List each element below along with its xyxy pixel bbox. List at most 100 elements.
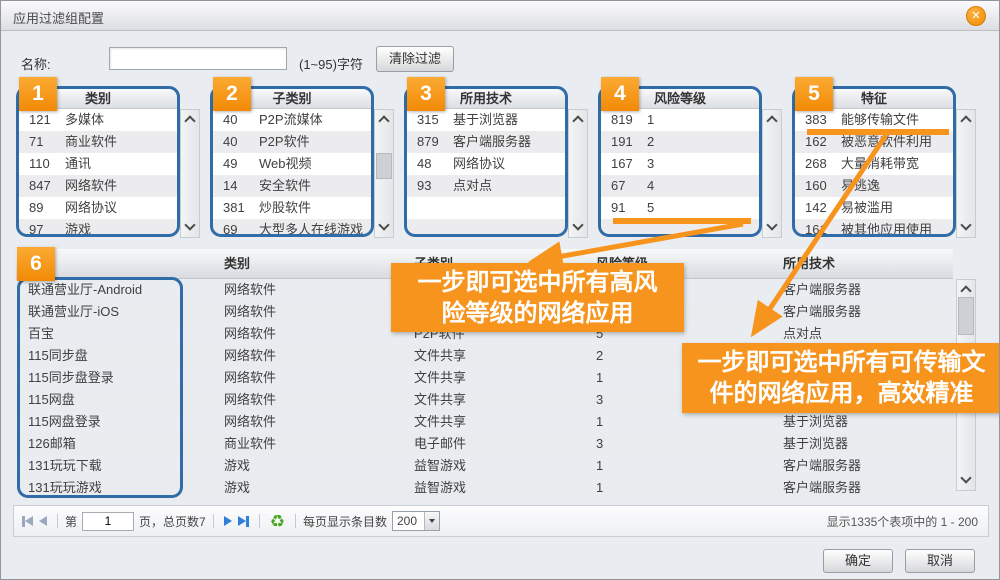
list-item[interactable]: 40 P2P流媒体: [213, 109, 371, 131]
prev-page-button[interactable]: [39, 516, 47, 526]
list-item[interactable]: 97 游戏: [19, 219, 177, 239]
list-item[interactable]: 91 5: [601, 197, 759, 219]
risk-level-scrollbar[interactable]: [762, 109, 782, 238]
callout-line: 件的网络应用，高效精准: [682, 378, 1000, 409]
scroll-down-button[interactable]: [569, 220, 587, 237]
last-page-button[interactable]: [238, 516, 249, 527]
item-label: 易被滥用: [837, 197, 953, 219]
item-label: 基于浏览器: [449, 109, 565, 131]
scroll-up-button[interactable]: [569, 110, 587, 127]
scroll-up-button[interactable]: [375, 110, 393, 127]
chevron-down-icon: [960, 219, 971, 230]
item-label: 游戏: [61, 219, 177, 239]
callout-line: 险等级的网络应用: [391, 298, 684, 329]
list-item[interactable]: 69 大型多人在线游戏: [213, 219, 371, 239]
separator: [213, 514, 214, 528]
cell-technology: 客户端服务器: [761, 455, 953, 477]
list-item[interactable]: 268 大量消耗带宽: [795, 153, 953, 175]
list-item[interactable]: [407, 197, 565, 219]
scrollbar-thumb[interactable]: [958, 297, 974, 335]
column-header-category[interactable]: 类别: [216, 249, 406, 278]
cell-risk: 3: [576, 433, 761, 455]
name-input[interactable]: [109, 47, 287, 70]
table-row[interactable]: 126邮箱 商业软件 电子邮件 3 基于浏览器: [16, 433, 953, 455]
list-item[interactable]: 40 P2P软件: [213, 131, 371, 153]
item-count: 879: [407, 131, 449, 153]
ok-button[interactable]: 确定: [823, 549, 893, 573]
list-item[interactable]: 67 4: [601, 175, 759, 197]
list-item[interactable]: 71 商业软件: [19, 131, 177, 153]
technology-scrollbar[interactable]: [568, 109, 588, 238]
list-item[interactable]: 162 被恶意软件利用: [795, 131, 953, 153]
scrollbar-thumb[interactable]: [376, 153, 392, 179]
list-item[interactable]: 315 基于浏览器: [407, 109, 565, 131]
scroll-down-button[interactable]: [181, 220, 199, 237]
list-item[interactable]: 167 3: [601, 153, 759, 175]
scroll-up-button[interactable]: [181, 110, 199, 127]
table-row[interactable]: 131玩玩游戏 游戏 益智游戏 1 客户端服务器: [16, 477, 953, 499]
item-label: 炒股软件: [255, 197, 371, 219]
list-item[interactable]: 142 易被滥用: [795, 197, 953, 219]
characteristics-scrollbar[interactable]: [956, 109, 976, 238]
list-item[interactable]: [407, 219, 565, 239]
clear-filter-button[interactable]: 清除过滤: [376, 46, 454, 72]
cell-category: 网络软件: [216, 345, 406, 367]
scroll-down-button[interactable]: [763, 220, 781, 237]
scroll-down-button[interactable]: [957, 473, 975, 490]
next-page-button[interactable]: [224, 516, 232, 526]
item-label: 5: [643, 197, 759, 219]
list-item[interactable]: 160 易逃逸: [795, 175, 953, 197]
scroll-down-button[interactable]: [957, 220, 975, 237]
chevron-down-icon: [429, 519, 435, 523]
cell-name: 115同步盘登录: [16, 367, 216, 389]
list-item[interactable]: 49 Web视频: [213, 153, 371, 175]
item-label: 大量消耗带宽: [837, 153, 953, 175]
list-item[interactable]: 161 被其他应用使用: [795, 219, 953, 239]
category-scrollbar[interactable]: [180, 109, 200, 238]
list-item[interactable]: 14 安全软件: [213, 175, 371, 197]
item-label: 能够传输文件: [837, 109, 953, 131]
list-item[interactable]: 191 2: [601, 131, 759, 153]
list-item[interactable]: 819 1: [601, 109, 759, 131]
item-label: 1: [643, 109, 759, 131]
list-item[interactable]: 48 网络协议: [407, 153, 565, 175]
item-count: 14: [213, 175, 255, 197]
close-icon[interactable]: ✕: [966, 6, 986, 26]
list-item[interactable]: 383 能够传输文件: [795, 109, 953, 131]
dropdown-button[interactable]: [424, 512, 439, 530]
scroll-up-button[interactable]: [957, 280, 975, 297]
list-item[interactable]: 879 客户端服务器: [407, 131, 565, 153]
annotation-badge-6: 6: [17, 247, 55, 281]
refresh-icon[interactable]: ♻: [270, 513, 285, 530]
chevron-up-icon: [766, 115, 777, 126]
list-item[interactable]: 110 通讯: [19, 153, 177, 175]
page-count-label: 页，总页数7: [139, 513, 206, 530]
first-page-button[interactable]: [22, 516, 33, 527]
table-row[interactable]: 131玩玩下载 游戏 益智游戏 1 客户端服务器: [16, 455, 953, 477]
subcategory-scrollbar[interactable]: [374, 109, 394, 238]
scroll-up-button[interactable]: [957, 110, 975, 127]
item-count: 819: [601, 109, 643, 131]
scroll-down-button[interactable]: [375, 220, 393, 237]
cell-risk: 1: [576, 477, 761, 499]
item-count: 315: [407, 109, 449, 131]
column-header-technology[interactable]: 所用技术: [761, 249, 953, 278]
item-count: 142: [795, 197, 837, 219]
list-item[interactable]: 121 多媒体: [19, 109, 177, 131]
per-page-select[interactable]: 200: [392, 511, 440, 531]
list-item[interactable]: [601, 219, 759, 239]
page-number-input[interactable]: [82, 512, 134, 531]
chevron-down-icon: [184, 219, 195, 230]
list-item[interactable]: 847 网络软件: [19, 175, 177, 197]
cancel-button[interactable]: 取消: [905, 549, 975, 573]
list-item[interactable]: 89 网络协议: [19, 197, 177, 219]
item-label: 3: [643, 153, 759, 175]
scroll-up-button[interactable]: [763, 110, 781, 127]
list-item[interactable]: 93 点对点: [407, 175, 565, 197]
list-item[interactable]: 381 炒股软件: [213, 197, 371, 219]
annotation-badge-4: 4: [601, 77, 639, 111]
table-row[interactable]: 115网盘登录 网络软件 文件共享 1 基于浏览器: [16, 411, 953, 433]
item-label: 网络协议: [449, 153, 565, 175]
item-label: [449, 219, 565, 239]
cell-category: 游戏: [216, 477, 406, 499]
